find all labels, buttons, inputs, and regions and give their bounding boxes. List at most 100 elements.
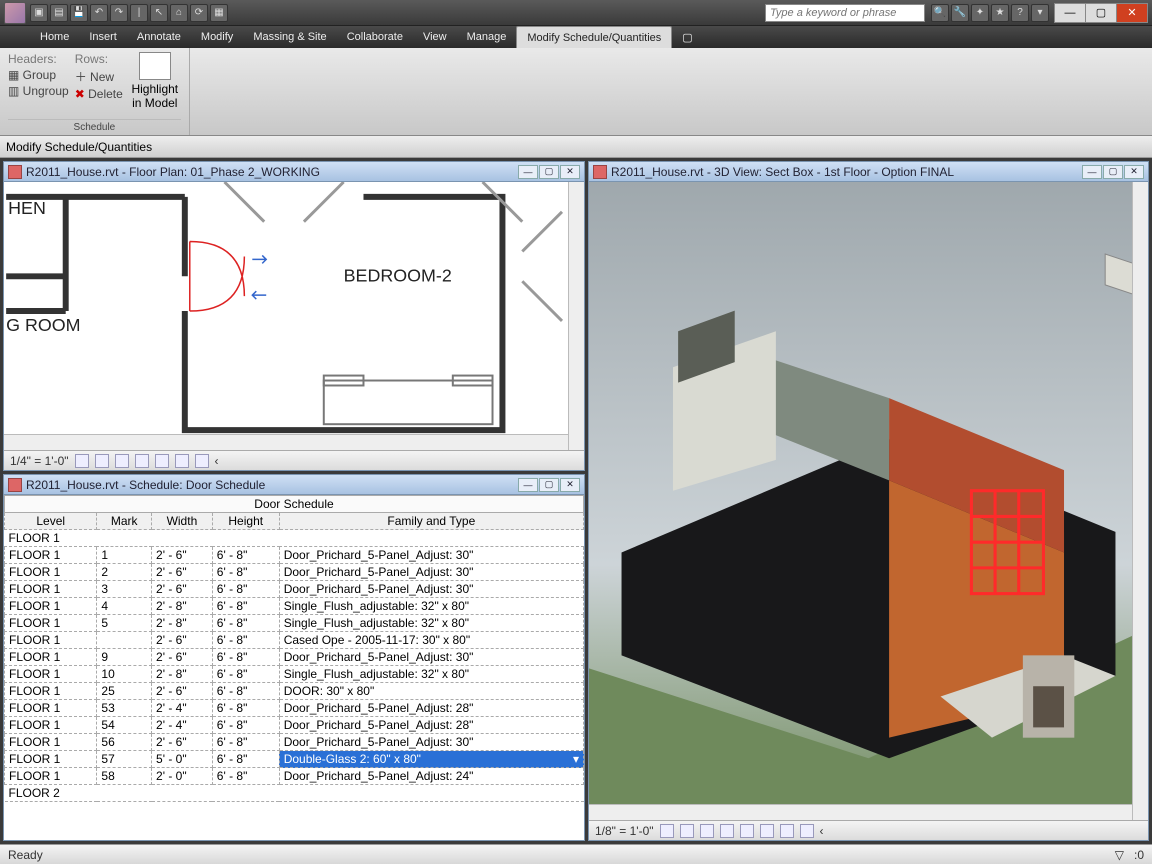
3d-canvas[interactable] xyxy=(589,182,1148,820)
dropdown-icon[interactable]: ▾ xyxy=(1031,4,1049,22)
scrollbar-horizontal[interactable] xyxy=(589,804,1132,820)
minimize-button[interactable]: — xyxy=(1054,3,1086,23)
close-button[interactable]: ✕ xyxy=(1116,3,1148,23)
tab-view[interactable]: View xyxy=(413,26,457,48)
crop-region-icon[interactable] xyxy=(780,824,794,838)
floorplan-titlebar[interactable]: R2011_House.rvt - Floor Plan: 01_Phase 2… xyxy=(4,162,584,182)
tab-massing-site[interactable]: Massing & Site xyxy=(243,26,336,48)
wrench-icon[interactable]: 🔧 xyxy=(951,4,969,22)
search-input[interactable] xyxy=(765,4,925,22)
pane-max-button[interactable]: ▢ xyxy=(539,478,559,492)
viewbar-chevron-icon[interactable]: ‹ xyxy=(820,824,824,838)
table-row[interactable]: FLOOR 12' - 6"6' - 8"Cased Ope - 2005-11… xyxy=(5,632,584,649)
table-row[interactable]: FLOOR 112' - 6"6' - 8"Door_Prichard_5-Pa… xyxy=(5,547,584,564)
help-icon[interactable]: ? xyxy=(1011,4,1029,22)
tab-annotate[interactable]: Annotate xyxy=(127,26,191,48)
headers-label: Headers: xyxy=(8,52,69,66)
pane-close-button[interactable]: ✕ xyxy=(1124,165,1144,179)
key-icon[interactable]: ✦ xyxy=(971,4,989,22)
detail-level-icon[interactable] xyxy=(75,454,89,468)
crop-region-icon[interactable] xyxy=(175,454,189,468)
room-label-hen: HEN xyxy=(8,198,46,218)
table-row[interactable]: FLOOR 1582' - 0"6' - 8"Door_Prichard_5-P… xyxy=(5,768,584,785)
tab-modify-schedule-quantities[interactable]: Modify Schedule/Quantities xyxy=(516,26,672,48)
qat-redo-icon[interactable]: ↷ xyxy=(110,4,128,22)
app-logo[interactable] xyxy=(4,2,26,24)
qat-sync-icon[interactable]: ⟳ xyxy=(190,4,208,22)
column-header[interactable]: Width xyxy=(152,513,213,530)
sun-path-icon[interactable] xyxy=(700,824,714,838)
schedule-header: Door Schedule xyxy=(5,496,584,513)
tab-home[interactable]: Home xyxy=(30,26,79,48)
table-row[interactable]: FLOOR 1562' - 6"6' - 8"Door_Prichard_5-P… xyxy=(5,734,584,751)
floorplan-scale[interactable]: 1/4" = 1'-0" xyxy=(10,454,69,468)
3d-scale[interactable]: 1/8" = 1'-0" xyxy=(595,824,654,838)
schedule-titlebar[interactable]: R2011_House.rvt - Schedule: Door Schedul… xyxy=(4,475,584,495)
table-row[interactable]: FLOOR 1102' - 8"6' - 8"Single_Flush_adju… xyxy=(5,666,584,683)
tab-insert[interactable]: Insert xyxy=(79,26,127,48)
tab-manage[interactable]: Manage xyxy=(457,26,517,48)
star-icon[interactable]: ★ xyxy=(991,4,1009,22)
pane-min-button[interactable]: — xyxy=(1082,165,1102,179)
visual-style-icon[interactable] xyxy=(95,454,109,468)
qat-modify-icon[interactable]: ↖ xyxy=(150,4,168,22)
schedule-group[interactable]: FLOOR 1 xyxy=(5,530,584,547)
pane-min-button[interactable]: — xyxy=(518,165,538,179)
table-row[interactable]: FLOOR 192' - 6"6' - 8"Door_Prichard_5-Pa… xyxy=(5,649,584,666)
column-header[interactable]: Family and Type xyxy=(279,513,583,530)
table-row[interactable]: FLOOR 1542' - 4"6' - 8"Door_Prichard_5-P… xyxy=(5,717,584,734)
schedule-grid[interactable]: Door ScheduleLevelMarkWidthHeightFamily … xyxy=(4,495,584,840)
pane-close-button[interactable]: ✕ xyxy=(560,165,580,179)
crop-icon[interactable] xyxy=(760,824,774,838)
table-row[interactable]: FLOOR 132' - 6"6' - 8"Door_Prichard_5-Pa… xyxy=(5,581,584,598)
crop-icon[interactable] xyxy=(155,454,169,468)
shadows-icon[interactable] xyxy=(720,824,734,838)
scrollbar-vertical[interactable] xyxy=(568,182,584,450)
qat-new-icon[interactable]: ▤ xyxy=(50,4,68,22)
table-row[interactable]: FLOOR 1532' - 4"6' - 8"Door_Prichard_5-P… xyxy=(5,700,584,717)
rows-delete-button[interactable]: ✖ Delete xyxy=(75,87,123,101)
table-row[interactable]: FLOOR 142' - 8"6' - 8"Single_Flush_adjus… xyxy=(5,598,584,615)
headers-group-button[interactable]: ▦ Group xyxy=(8,68,69,82)
rows-new-button[interactable]: ＋ New xyxy=(75,68,123,85)
hide-isolate-icon[interactable] xyxy=(195,454,209,468)
room-label-groom: G ROOM xyxy=(6,315,80,335)
table-row[interactable]: FLOOR 1575' - 0"6' - 8"Double-Glass 2: 6… xyxy=(5,751,584,768)
filter-icon[interactable]: ▽ xyxy=(1115,848,1124,862)
pane-max-button[interactable]: ▢ xyxy=(539,165,559,179)
qat-open-icon[interactable]: ▣ xyxy=(30,4,48,22)
tab-collaborate[interactable]: Collaborate xyxy=(337,26,413,48)
rendering-icon[interactable] xyxy=(740,824,754,838)
qat-3d-icon[interactable]: ⌂ xyxy=(170,4,188,22)
table-row[interactable]: FLOOR 1252' - 6"6' - 8"DOOR: 30" x 80" xyxy=(5,683,584,700)
pane-max-button[interactable]: ▢ xyxy=(1103,165,1123,179)
maximize-button[interactable]: ▢ xyxy=(1085,3,1117,23)
sun-path-icon[interactable] xyxy=(115,454,129,468)
scrollbar-vertical[interactable] xyxy=(1132,182,1148,820)
floorplan-canvas[interactable]: BEDROOM-2 HEN G ROOM xyxy=(4,182,584,450)
rvt-file-icon xyxy=(8,165,22,179)
schedule-group[interactable]: FLOOR 2 xyxy=(5,785,584,802)
hide-isolate-icon[interactable] xyxy=(800,824,814,838)
scrollbar-horizontal[interactable] xyxy=(4,434,568,450)
tab-extra-icon[interactable]: ▢ xyxy=(672,26,702,48)
column-header[interactable]: Level xyxy=(5,513,97,530)
3d-titlebar[interactable]: R2011_House.rvt - 3D View: Sect Box - 1s… xyxy=(589,162,1148,182)
binoculars-icon[interactable]: 🔍 xyxy=(931,4,949,22)
qat-save-icon[interactable]: 💾 xyxy=(70,4,88,22)
qat-undo-icon[interactable]: ↶ xyxy=(90,4,108,22)
headers-ungroup-button[interactable]: ▥ Ungroup xyxy=(8,84,69,98)
detail-level-icon[interactable] xyxy=(660,824,674,838)
table-row[interactable]: FLOOR 122' - 6"6' - 8"Door_Prichard_5-Pa… xyxy=(5,564,584,581)
highlight-in-model-button[interactable]: Highlight in Model xyxy=(129,52,181,119)
visual-style-icon[interactable] xyxy=(680,824,694,838)
table-row[interactable]: FLOOR 152' - 8"6' - 8"Single_Flush_adjus… xyxy=(5,615,584,632)
viewbar-chevron-icon[interactable]: ‹ xyxy=(215,454,219,468)
tab-modify[interactable]: Modify xyxy=(191,26,243,48)
pane-close-button[interactable]: ✕ xyxy=(560,478,580,492)
pane-min-button[interactable]: — xyxy=(518,478,538,492)
shadows-icon[interactable] xyxy=(135,454,149,468)
qat-settings-icon[interactable]: ▦ xyxy=(210,4,228,22)
column-header[interactable]: Mark xyxy=(97,513,152,530)
column-header[interactable]: Height xyxy=(212,513,279,530)
